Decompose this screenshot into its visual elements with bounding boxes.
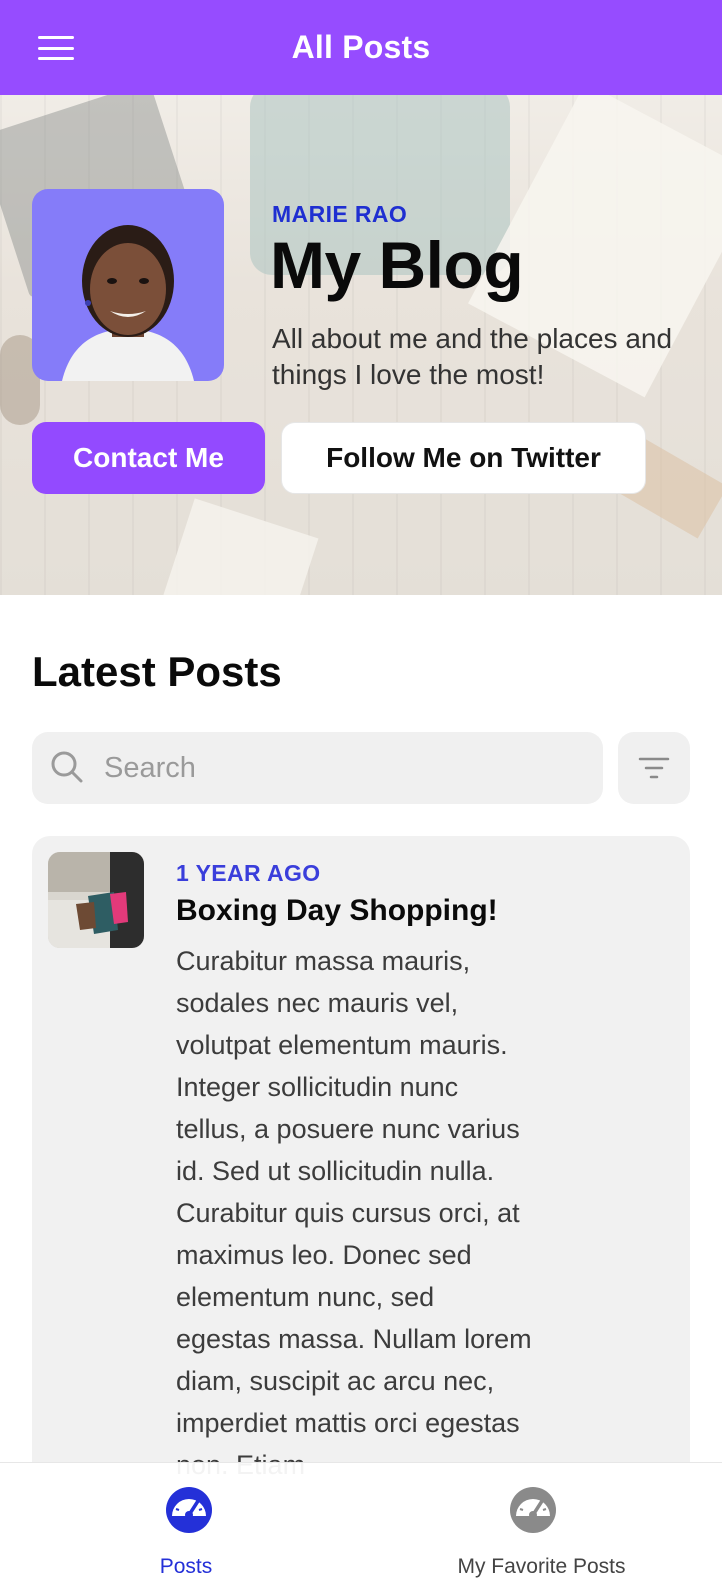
tab-my-favorite-posts[interactable]: My Favorite Posts (361, 1463, 722, 1592)
app-bar: All Posts (0, 0, 722, 95)
tab-my-favorite-posts-label: My Favorite Posts (457, 1555, 626, 1578)
bottom-navigation: Posts My Favorite Posts (0, 1462, 722, 1592)
hamburger-menu-icon[interactable] (34, 30, 78, 66)
post-excerpt: Curabitur massa mauris, sodales nec maur… (176, 946, 532, 1480)
post-thumbnail-image (48, 852, 144, 948)
tab-posts-label: Posts (159, 1555, 213, 1578)
blog-title: My Blog (270, 228, 524, 302)
contact-me-button[interactable]: Contact Me (32, 422, 265, 494)
author-name: MARIE RAO (272, 201, 408, 227)
tab-posts[interactable]: Posts (0, 1463, 361, 1592)
follow-twitter-button[interactable]: Follow Me on Twitter (281, 422, 646, 494)
search-icon (51, 751, 83, 783)
speedometer-icon (510, 1487, 556, 1533)
post-thumbnail (48, 852, 144, 948)
filter-button[interactable] (618, 732, 690, 804)
blog-tagline: All about me and the places and things I… (272, 323, 673, 390)
post-age: 1 YEAR AGO (176, 860, 321, 886)
page-title: All Posts (291, 29, 431, 65)
hero-banner: MARIE RAO My Blog All about me and the p… (0, 95, 722, 595)
search-input[interactable] (104, 732, 584, 804)
post-title: Boxing Day Shopping! (176, 894, 498, 927)
filter-icon (638, 757, 670, 779)
speedometer-icon (166, 1487, 212, 1533)
avatar (32, 189, 224, 381)
section-title: Latest Posts (32, 648, 282, 695)
avatar-portrait (62, 225, 194, 381)
search-bar (32, 732, 603, 804)
